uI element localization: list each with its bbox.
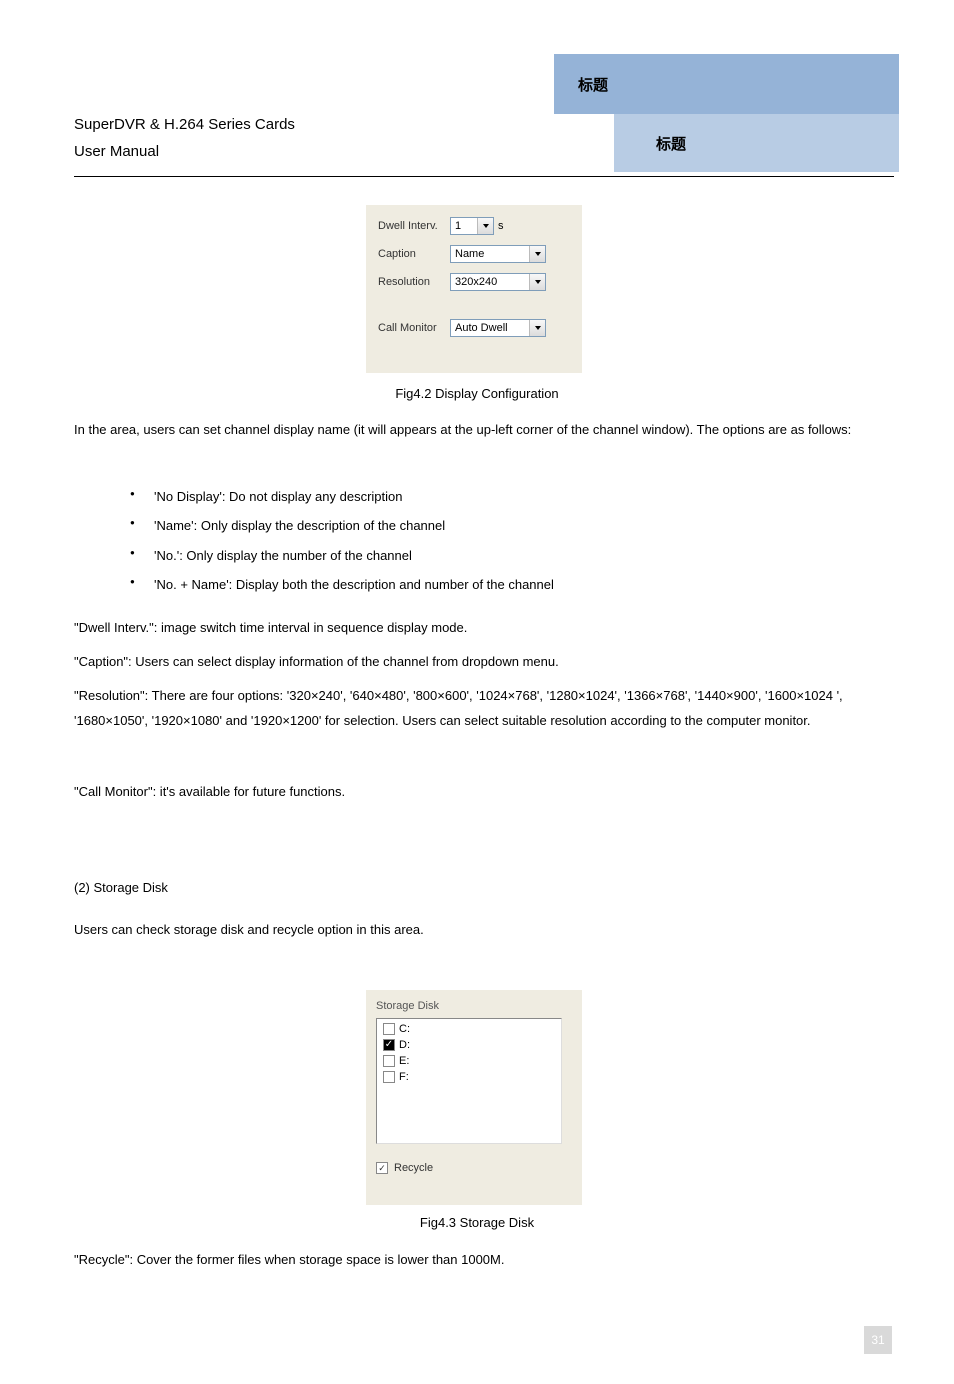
section-heading-storage: (2) Storage Disk	[74, 880, 168, 895]
checkbox-disk-c[interactable]	[383, 1023, 395, 1035]
figure-caption-2: Fig4.3 Storage Disk	[74, 1215, 880, 1230]
disk-label: E:	[399, 1055, 409, 1067]
list-item: 'No. + Name': Display both the descripti…	[130, 572, 890, 597]
disk-row-c: C:	[383, 1021, 555, 1037]
storage-disk-panel: Storage Disk C: ✓ D: E: F: Recycle	[366, 990, 582, 1205]
dwell-interval-value: 1	[455, 220, 461, 232]
doc-title-line2: User Manual	[74, 143, 554, 160]
header-tab-large-label: 标题	[578, 74, 608, 95]
para-storage-intro: Users can check storage disk and recycle…	[74, 918, 880, 943]
header-rule	[74, 176, 894, 177]
call-monitor-value: Auto Dwell	[455, 322, 508, 334]
checkbox-disk-e[interactable]	[383, 1055, 395, 1067]
para-resolution: "Resolution": There are four options: '3…	[74, 684, 880, 733]
header-tab-small-label: 标题	[656, 133, 686, 154]
disk-row-d: ✓ D:	[383, 1037, 555, 1053]
storage-disk-title: Storage Disk	[376, 1000, 572, 1012]
display-config-panel: Dwell Interv. 1 s Caption Name Resolutio…	[366, 205, 582, 373]
resolution-value: 320x240	[455, 276, 497, 288]
chevron-down-icon[interactable]	[477, 218, 493, 234]
list-item: 'Name': Only display the description of …	[130, 513, 890, 538]
disk-row-f: F:	[383, 1069, 555, 1085]
call-monitor-label: Call Monitor	[378, 322, 450, 334]
chevron-down-icon[interactable]	[529, 246, 545, 262]
caption-label: Caption	[378, 248, 450, 260]
checkbox-disk-f[interactable]	[383, 1071, 395, 1083]
disk-label: C:	[399, 1023, 410, 1035]
resolution-select[interactable]: 320x240	[450, 273, 546, 291]
caption-options-list: 'No Display': Do not display any descrip…	[130, 484, 890, 601]
disk-label: F:	[399, 1071, 409, 1083]
call-monitor-select[interactable]: Auto Dwell	[450, 319, 546, 337]
resolution-label: Resolution	[378, 276, 450, 288]
figure-caption-1: Fig4.2 Display Configuration	[74, 386, 880, 401]
storage-disk-list[interactable]: C: ✓ D: E: F:	[376, 1018, 562, 1144]
chevron-down-icon[interactable]	[529, 274, 545, 290]
caption-select[interactable]: Name	[450, 245, 546, 263]
para-dwell: "Dwell Interv.": image switch time inter…	[74, 616, 880, 641]
page-number: 31	[864, 1326, 892, 1354]
para-recycle: "Recycle": Cover the former files when s…	[74, 1248, 880, 1273]
header-tab-small: 标题	[614, 114, 899, 172]
list-item: 'No.': Only display the number of the ch…	[130, 543, 890, 568]
doc-title-line1: SuperDVR & H.264 Series Cards	[74, 116, 554, 133]
dwell-interval-select[interactable]: 1	[450, 217, 494, 235]
para-display-intro: In the area, users can set channel displ…	[74, 418, 880, 443]
checkbox-recycle[interactable]	[376, 1162, 388, 1174]
dwell-unit: s	[498, 220, 504, 232]
disk-label: D:	[399, 1039, 410, 1051]
caption-value: Name	[455, 248, 484, 260]
para-call-monitor: "Call Monitor": it's available for futur…	[74, 780, 880, 805]
disk-row-e: E:	[383, 1053, 555, 1069]
chevron-down-icon[interactable]	[529, 320, 545, 336]
para-caption: "Caption": Users can select display info…	[74, 650, 880, 675]
checkbox-disk-d[interactable]: ✓	[383, 1039, 395, 1051]
header-tab-large: 标题	[554, 54, 899, 114]
recycle-label: Recycle	[394, 1162, 433, 1174]
list-item: 'No Display': Do not display any descrip…	[130, 484, 890, 509]
dwell-interval-label: Dwell Interv.	[378, 220, 450, 232]
document-header: SuperDVR & H.264 Series Cards User Manua…	[74, 116, 554, 168]
